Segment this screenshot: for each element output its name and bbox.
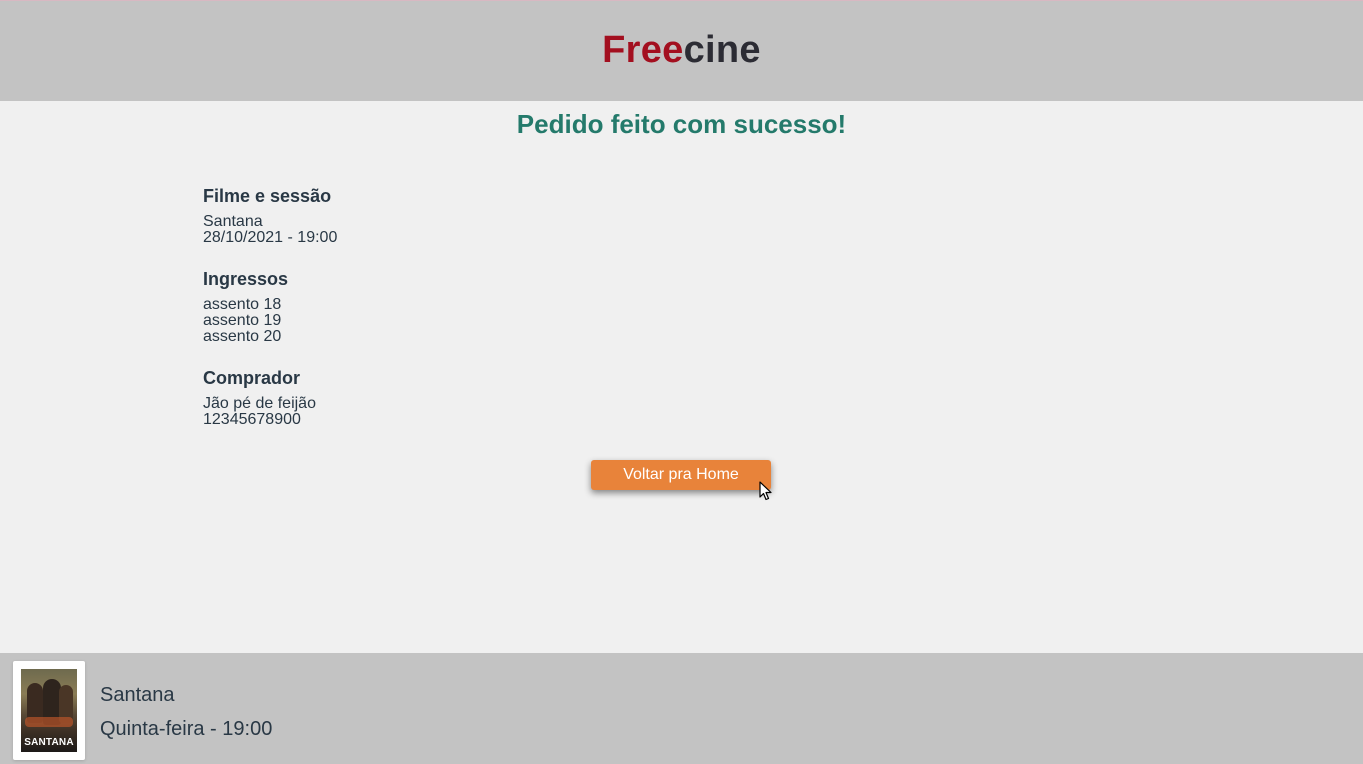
movie-session-section: Filme e sessão Santana 28/10/2021 - 19:0…: [203, 186, 337, 246]
app-header: Freecine: [0, 0, 1363, 101]
movie-poster-image: SANTANA: [21, 669, 77, 752]
back-home-button[interactable]: Voltar pra Home: [591, 460, 771, 490]
footer-session: Quinta-feira - 19:00: [100, 718, 273, 740]
mouse-cursor-icon: [759, 481, 772, 501]
brand-logo[interactable]: Freecine: [602, 29, 761, 72]
buyer-name: Jão pé de feijão: [203, 395, 316, 412]
tickets-heading: Ingressos: [203, 269, 289, 289]
seat-item: assento 18: [203, 296, 282, 313]
brand-logo-cine: cine: [683, 28, 761, 71]
buyer-section: Comprador Jão pé de feijão 12345678900: [203, 368, 316, 428]
seat-item: assento 19: [203, 312, 282, 329]
buyer-heading: Comprador: [203, 368, 301, 388]
success-message: Pedido feito com sucesso!: [516, 109, 847, 139]
session-datetime: 28/10/2021 - 19:00: [203, 229, 338, 246]
poster-frame: SANTANA: [13, 661, 85, 760]
footer-movie-title: Santana: [100, 684, 175, 706]
seat-item: assento 20: [203, 328, 282, 345]
buyer-cpf: 12345678900: [203, 411, 301, 428]
page: Freecine Pedido feito com sucesso! Filme…: [0, 0, 1363, 764]
poster-title: SANTANA: [24, 737, 74, 748]
footer-bar: SANTANA Santana Quinta-feira - 19:00: [0, 653, 1363, 764]
movie-session-heading: Filme e sessão: [203, 186, 332, 206]
brand-logo-free: Free: [602, 28, 684, 71]
tickets-section: Ingressos assento 18 assento 19 assento …: [203, 269, 288, 345]
movie-title: Santana: [203, 213, 263, 230]
